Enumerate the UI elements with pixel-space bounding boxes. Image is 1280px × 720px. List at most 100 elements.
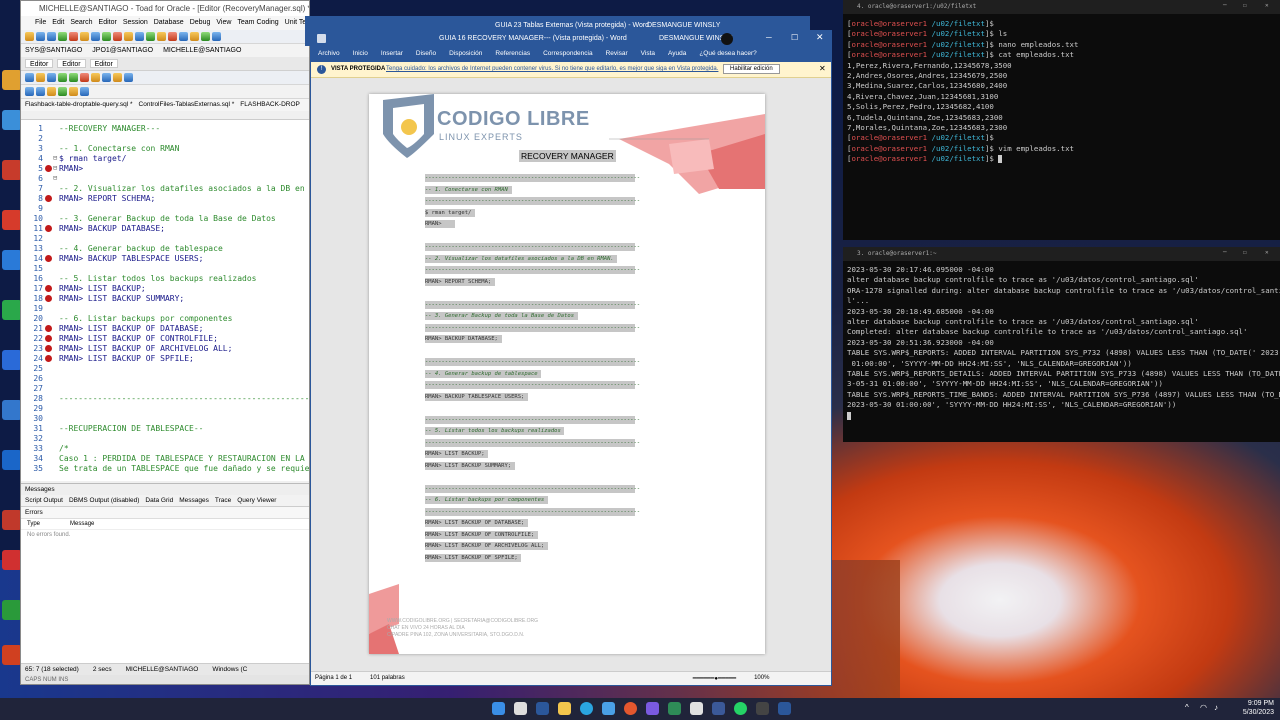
code-line[interactable]: 18 RMAN> LIST BACKUP SUMMARY; <box>21 294 309 304</box>
output-tab[interactable]: Script Output <box>25 497 63 504</box>
desktop-shortcut-icon[interactable] <box>2 450 22 470</box>
output-tab[interactable]: DBMS Output (disabled) <box>69 497 139 504</box>
desktop-shortcut-icon[interactable] <box>2 400 22 420</box>
code-line[interactable]: 19 <box>21 304 309 314</box>
fold-icon[interactable]: ⊟ <box>53 164 57 172</box>
breakpoint-icon[interactable] <box>45 165 52 172</box>
output-tab[interactable]: Data Grid <box>145 497 173 504</box>
code-line[interactable]: 30 <box>21 414 309 424</box>
breakpoint-icon[interactable] <box>45 335 52 342</box>
code-line[interactable]: 10 -- 3. Generar Backup de toda la Base d… <box>21 214 309 224</box>
terminal-window-top[interactable]: 4. oracle@oraserver1:/u02/filetxt ─ ☐ ✕ … <box>843 0 1280 240</box>
ribbon-tab[interactable]: ¿Qué desea hacer? <box>699 50 756 60</box>
indent-icon[interactable] <box>25 87 34 96</box>
case-icon[interactable] <box>47 87 56 96</box>
page-count[interactable]: Página 1 de 1 <box>315 675 352 682</box>
template-icon[interactable] <box>69 87 78 96</box>
explain-plan-icon[interactable] <box>179 32 188 41</box>
commit-icon[interactable] <box>102 32 111 41</box>
edge-icon[interactable] <box>580 702 593 715</box>
desktop-shortcut-icon[interactable] <box>2 350 22 370</box>
desktop-shortcut-icon[interactable] <box>2 250 22 270</box>
execute-statement-icon[interactable] <box>58 73 67 82</box>
desktop-shortcut-icon[interactable] <box>2 300 22 320</box>
zoom-level[interactable]: 100% <box>754 675 769 682</box>
ribbon-tab[interactable]: Vista <box>641 50 655 60</box>
code-line[interactable]: 3 -- 1. Conectarse con RMAN <box>21 144 309 154</box>
breakpoint-icon[interactable] <box>45 195 52 202</box>
output-tab[interactable]: Query Viewer <box>237 497 276 504</box>
desktop-shortcut-icon[interactable] <box>2 110 22 130</box>
code-line[interactable]: 20 -- 6. Listar backups por componentes <box>21 314 309 324</box>
minimize-icon[interactable]: ─ <box>766 33 772 42</box>
maximize-icon[interactable]: ☐ <box>791 33 798 42</box>
debug-icon[interactable] <box>168 32 177 41</box>
history-icon[interactable] <box>80 87 89 96</box>
menu-item[interactable]: Edit <box>52 19 64 30</box>
menu-item[interactable]: Session <box>123 19 148 30</box>
column-message[interactable]: Message <box>70 521 94 527</box>
menu-item[interactable]: File <box>35 19 46 30</box>
breakpoint-icon[interactable] <box>45 285 52 292</box>
terminal-output[interactable]: [oracle@oraserver1 /u02/filetxt]$ [oracl… <box>843 14 1280 165</box>
app-icon[interactable] <box>690 702 703 715</box>
outdent-icon[interactable] <box>36 87 45 96</box>
ribbon-tab[interactable]: Disposición <box>449 50 482 60</box>
browser-icon[interactable] <box>135 32 144 41</box>
breakpoint-icon[interactable] <box>45 295 52 302</box>
start-icon[interactable] <box>492 702 505 715</box>
file-tab[interactable]: FLASHBACK-DROP <box>240 101 300 109</box>
options-icon[interactable] <box>157 32 166 41</box>
code-line[interactable]: 1 --RECOVERY MANAGER--- <box>21 124 309 134</box>
code-line[interactable]: 15 <box>21 264 309 274</box>
close-icon[interactable]: ✕ <box>1265 2 1269 9</box>
app-icon[interactable] <box>712 702 725 715</box>
open-icon[interactable] <box>36 32 45 41</box>
new-tab-icon[interactable] <box>25 73 34 82</box>
file-tab[interactable]: Flashback-table-droptable-query.sql * <box>25 101 133 109</box>
connection-tab[interactable]: MICHELLE@SANTIAGO <box>163 47 241 54</box>
word-count[interactable]: 101 palabras <box>370 675 405 682</box>
connection-tab[interactable]: JPO1@SANTIAGO <box>92 47 153 54</box>
code-line[interactable]: 34 Caso 1 : PERDIDA DE TABLESPACE Y RESTA… <box>21 454 309 464</box>
close-bar-icon[interactable]: ✕ <box>819 64 826 73</box>
menu-item[interactable]: View <box>216 19 231 30</box>
code-line[interactable]: 33 /* <box>21 444 309 454</box>
new-icon[interactable] <box>25 32 34 41</box>
code-line[interactable]: 35 Se trata de un TABLESPACE que fue daña… <box>21 464 309 474</box>
zoom-slider[interactable]: ━━━━━━●━━━━━ <box>693 675 736 682</box>
protected-view-message[interactable]: Tenga cuidado: los archivos de Internet … <box>386 66 718 72</box>
rollback-icon[interactable] <box>113 32 122 41</box>
schema-icon[interactable] <box>91 32 100 41</box>
sql-icon[interactable] <box>201 32 210 41</box>
code-line[interactable]: 5 ⊟ RMAN> <box>21 164 309 174</box>
fold-icon[interactable]: ⊟ <box>53 174 57 182</box>
toad-icon[interactable] <box>668 702 681 715</box>
format-icon[interactable] <box>190 32 199 41</box>
ribbon-tab[interactable]: Inicio <box>353 50 368 60</box>
file-explorer-icon[interactable] <box>558 702 571 715</box>
breakpoint-icon[interactable] <box>45 255 52 262</box>
desktop-shortcut-icon[interactable] <box>2 210 22 230</box>
tools-icon[interactable] <box>124 32 133 41</box>
code-line[interactable]: 22 RMAN> LIST BACKUP OF CONTROLFILE; <box>21 334 309 344</box>
terminal-output[interactable]: 2023-05-30 20:17:46.095000 -04:00 alter d… <box>843 261 1280 421</box>
breakpoint-icon[interactable] <box>45 345 52 352</box>
desktop-shortcut-icon[interactable] <box>2 70 22 90</box>
volume-icon[interactable]: ♪ <box>1214 703 1218 712</box>
menu-item[interactable]: Database <box>154 19 184 30</box>
desktop-shortcut-icon[interactable] <box>2 600 22 620</box>
minimize-icon[interactable]: ─ <box>1223 2 1227 9</box>
code-line[interactable]: 16 -- 5. Listar todos los backups realiza… <box>21 274 309 284</box>
desktop-shortcut-icon[interactable] <box>2 550 22 570</box>
close-icon[interactable]: ✕ <box>1265 249 1269 256</box>
ribbon-tab[interactable]: Archivo <box>318 50 340 60</box>
menu-item[interactable]: Search <box>70 19 92 30</box>
comment-icon[interactable] <box>91 73 100 82</box>
code-line[interactable]: 2 <box>21 134 309 144</box>
word-icon[interactable] <box>778 702 791 715</box>
code-insight-icon[interactable] <box>58 87 67 96</box>
menu-item[interactable]: Debug <box>190 19 211 30</box>
ribbon-tab[interactable]: Diseño <box>416 50 436 60</box>
code-line[interactable]: 4 ⊟ $ rman target/ <box>21 154 309 164</box>
